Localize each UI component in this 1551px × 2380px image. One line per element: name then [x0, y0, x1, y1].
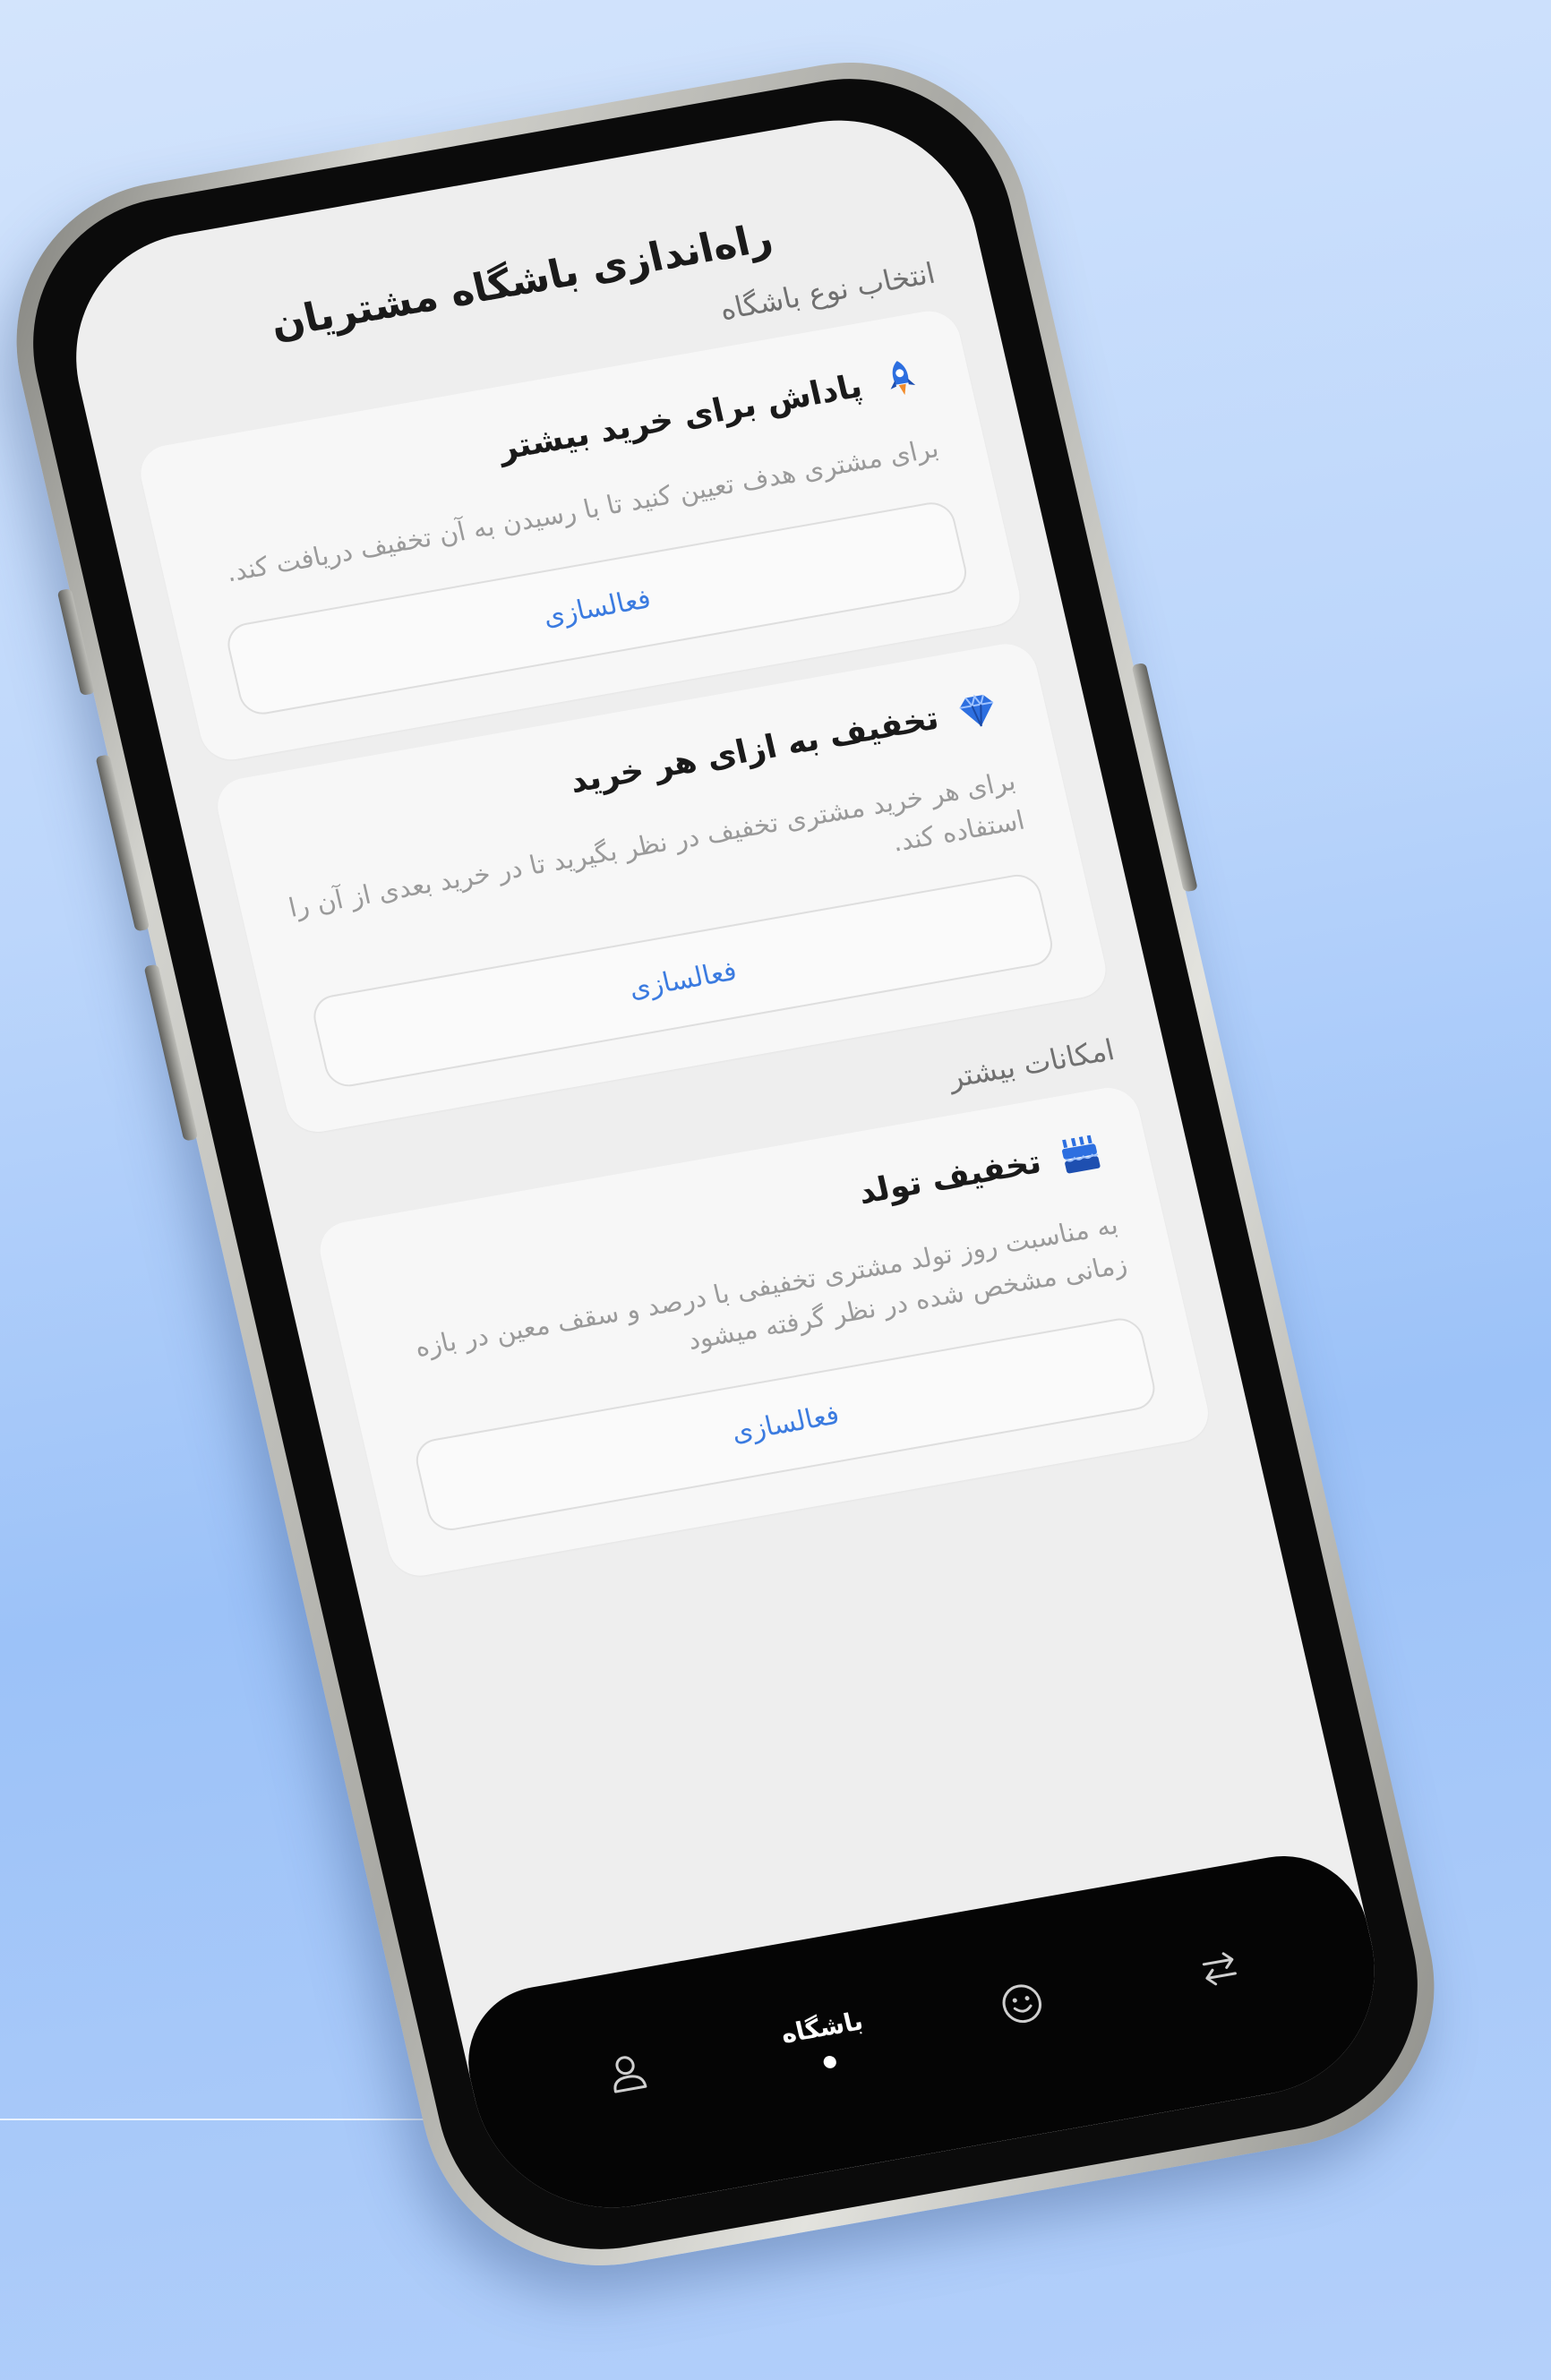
user-icon: [599, 2047, 656, 2104]
diamond-icon: [953, 688, 1003, 735]
phone-bezel: راه‌اندازی باشگاه مشتریان انتخاب نوع باش…: [2, 54, 1449, 2274]
smiley-icon: [994, 1977, 1051, 2034]
bottom-navigation: باشگاه: [452, 1843, 1401, 2229]
card-title: تخفیف تولد: [854, 1143, 1045, 1212]
nav-item-smiley[interactable]: [945, 1924, 1101, 2085]
nav-item-club[interactable]: باشگاه: [747, 1959, 903, 2120]
nav-item-transfer[interactable]: [1142, 1890, 1298, 2051]
phone-mockup: راه‌اندازی باشگاه مشتریان انتخاب نوع باش…: [0, 35, 1469, 2293]
background-divider-line: [0, 2119, 484, 2120]
birthday-cake-icon: [1056, 1131, 1106, 1178]
nav-item-profile[interactable]: [550, 1994, 706, 2155]
nav-label-club: باشگاه: [777, 2005, 866, 2050]
phone-frame: راه‌اندازی باشگاه مشتریان انتخاب نوع باش…: [0, 35, 1469, 2293]
rocket-icon: [876, 355, 926, 402]
transfer-icon: [1191, 1942, 1248, 1999]
app-screen: راه‌اندازی باشگاه مشتریان انتخاب نوع باش…: [49, 99, 1401, 2229]
active-indicator-dot: [822, 2054, 838, 2069]
